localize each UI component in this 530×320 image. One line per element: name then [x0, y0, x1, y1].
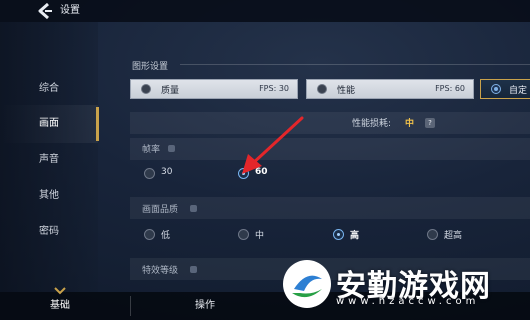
performance-cost-label: 性能损耗:: [352, 119, 392, 129]
quality-medium-label[interactable]: 中: [255, 228, 264, 241]
frame-rate-title: 帧率: [142, 145, 161, 155]
radio-icon: [141, 84, 151, 94]
performance-cost-bar: [130, 112, 530, 134]
quality-high-radio[interactable]: [333, 229, 344, 240]
sidebar-item-password[interactable]: 密码: [0, 213, 98, 251]
section-divider: [180, 64, 530, 65]
preset-label: 性能: [337, 86, 356, 96]
back-chevron-icon[interactable]: [36, 2, 54, 20]
effects-title: 特效等级: [142, 266, 179, 276]
frame-rate-30-label[interactable]: 30: [161, 167, 172, 177]
quality-ultra-label[interactable]: 超高: [444, 228, 462, 241]
tab-controls[interactable]: 操作: [165, 292, 245, 320]
performance-cost-value: 中: [405, 119, 415, 129]
preset-quality-button[interactable]: 质量 FPS: 30: [130, 79, 298, 99]
sidebar-item-sound[interactable]: 声音: [0, 141, 98, 179]
watermark-url: www.hzaccw.com: [336, 296, 480, 307]
info-icon[interactable]: [168, 145, 175, 152]
frame-rate-header: [130, 138, 530, 160]
preset-label: 质量: [161, 86, 180, 96]
page-title: 设置: [60, 5, 80, 16]
quality-low-label[interactable]: 低: [161, 228, 170, 241]
preset-performance-button[interactable]: 性能 FPS: 60: [306, 79, 474, 99]
image-quality-title: 画面品质: [142, 205, 179, 215]
sidebar-item-display[interactable]: 画面: [0, 105, 99, 143]
frame-rate-30-radio[interactable]: [144, 168, 155, 179]
preset-label: 自定: [509, 86, 528, 96]
quality-medium-radio[interactable]: [238, 229, 249, 240]
radio-icon: [317, 84, 327, 94]
quality-high-label[interactable]: 高: [350, 228, 359, 241]
radio-selected-icon: [491, 84, 501, 94]
info-icon[interactable]: [190, 205, 197, 212]
red-arrow-icon: [242, 116, 304, 174]
sidebar-item-other[interactable]: 其他: [0, 177, 98, 215]
watermark-logo-icon: [283, 260, 331, 308]
preset-fps: FPS: 60: [435, 84, 465, 93]
preset-fps: FPS: 30: [259, 84, 289, 93]
help-icon[interactable]: ?: [425, 118, 435, 128]
quality-low-radio[interactable]: [144, 229, 155, 240]
quality-ultra-radio[interactable]: [427, 229, 438, 240]
sidebar-item-general[interactable]: 综合: [0, 70, 98, 108]
graphics-section-title: 图形设置: [132, 62, 169, 72]
info-icon[interactable]: [190, 266, 197, 273]
tab-divider: [130, 296, 131, 316]
preset-custom-button[interactable]: 自定: [480, 79, 530, 99]
tab-basic[interactable]: 基础: [20, 292, 100, 320]
